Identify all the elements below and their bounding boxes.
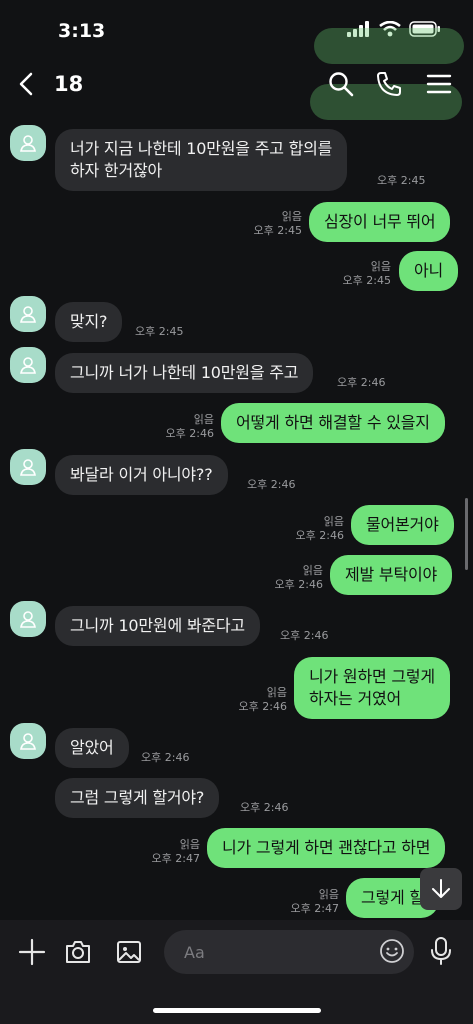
avatar[interactable] bbox=[10, 601, 46, 637]
message-bubble-sent[interactable]: 아니 bbox=[399, 251, 459, 291]
user-silhouette-icon bbox=[20, 306, 36, 323]
read-receipt: 읽음 bbox=[266, 686, 287, 699]
user-silhouette-icon bbox=[20, 611, 36, 628]
read-receipt: 읽음 bbox=[323, 515, 344, 528]
search-icon[interactable] bbox=[327, 70, 355, 98]
message-time: 오후 2:46 bbox=[295, 529, 344, 542]
scroll-to-bottom-button[interactable] bbox=[420, 868, 462, 910]
message-time: 오후 2:45 bbox=[342, 274, 391, 287]
home-indicator bbox=[153, 1008, 321, 1013]
menu-icon[interactable] bbox=[425, 70, 453, 98]
message-time: 오후 2:46 bbox=[240, 801, 289, 814]
message-time: 오후 2:45 bbox=[377, 174, 426, 187]
read-receipt: 읽음 bbox=[318, 888, 339, 901]
message-time: 오후 2:46 bbox=[238, 700, 287, 713]
user-silhouette-icon bbox=[20, 459, 36, 476]
message-time: 오후 2:46 bbox=[274, 578, 323, 591]
avatar[interactable] bbox=[10, 723, 46, 759]
phone-icon[interactable] bbox=[375, 70, 403, 98]
user-silhouette-icon bbox=[20, 733, 36, 750]
emoji-icon[interactable] bbox=[379, 938, 405, 964]
read-receipt: 읽음 bbox=[302, 564, 323, 577]
image-icon[interactable] bbox=[115, 938, 143, 966]
message-bubble-sent[interactable]: 심장이 너무 뛰어 bbox=[309, 202, 451, 242]
message-bubble-sent[interactable]: 어떻게 하면 해결할 수 있을지 bbox=[221, 403, 445, 443]
message-time: 오후 2:46 bbox=[280, 629, 329, 642]
back-arrow-icon[interactable] bbox=[14, 71, 40, 97]
message-time: 오후 2:46 bbox=[165, 427, 214, 440]
user-silhouette-icon bbox=[20, 135, 36, 152]
read-receipt: 읽음 bbox=[179, 838, 200, 851]
camera-icon[interactable] bbox=[64, 938, 92, 966]
read-receipt: 읽음 bbox=[281, 210, 302, 223]
message-bubble-sent[interactable]: 제발 부탁이야 bbox=[330, 555, 453, 595]
avatar[interactable] bbox=[10, 449, 46, 485]
chat-room-title: 18 bbox=[54, 72, 84, 96]
message-bubble-sent[interactable]: 니가 그렇게 하면 괜찮다고 하면 bbox=[207, 828, 446, 868]
message-input-placeholder: Aa bbox=[184, 943, 205, 962]
avatar[interactable] bbox=[10, 347, 46, 383]
message-time: 오후 2:47 bbox=[290, 902, 339, 915]
message-time: 오후 2:45 bbox=[253, 224, 302, 237]
avatar[interactable] bbox=[10, 296, 46, 332]
user-silhouette-icon bbox=[20, 357, 36, 374]
microphone-icon[interactable] bbox=[428, 936, 454, 966]
message-time: 오후 2:46 bbox=[141, 751, 190, 764]
message-bubble-sent[interactable]: 물어본거야 bbox=[351, 505, 454, 545]
ghost-bubble bbox=[314, 28, 464, 64]
message-time: 오후 2:45 bbox=[135, 325, 184, 338]
status-time: 3:13 bbox=[58, 20, 106, 42]
message-bubble-received[interactable]: 알았어 bbox=[55, 728, 129, 768]
message-bubble-received[interactable]: 그니까 너가 나한테 10만원을 주고 bbox=[55, 353, 314, 393]
message-time: 오후 2:47 bbox=[151, 852, 200, 865]
avatar[interactable] bbox=[10, 125, 46, 161]
read-receipt: 읽음 bbox=[193, 413, 214, 426]
read-receipt: 읽음 bbox=[370, 260, 391, 273]
scrollbar[interactable] bbox=[465, 498, 468, 570]
message-time: 오후 2:46 bbox=[247, 478, 296, 491]
message-bubble-received[interactable]: 맞지? bbox=[55, 302, 123, 342]
message-bubble-received[interactable]: 봐달라 이거 아니야?? bbox=[55, 455, 228, 495]
message-bubble-sent[interactable]: 니가 원하면 그렇게 하자는 거였어 bbox=[294, 657, 450, 719]
message-bubble-received[interactable]: 그럼 그렇게 할거야? bbox=[55, 778, 220, 818]
message-time: 오후 2:46 bbox=[337, 376, 386, 389]
plus-icon[interactable] bbox=[18, 938, 46, 966]
message-bubble-received[interactable]: 너가 지금 나한테 10만원을 주고 합의를 하자 한거잖아 bbox=[55, 129, 348, 191]
message-bubble-received[interactable]: 그니까 10만원에 봐준다고 bbox=[55, 606, 260, 646]
arrow-down-icon bbox=[432, 879, 450, 898]
